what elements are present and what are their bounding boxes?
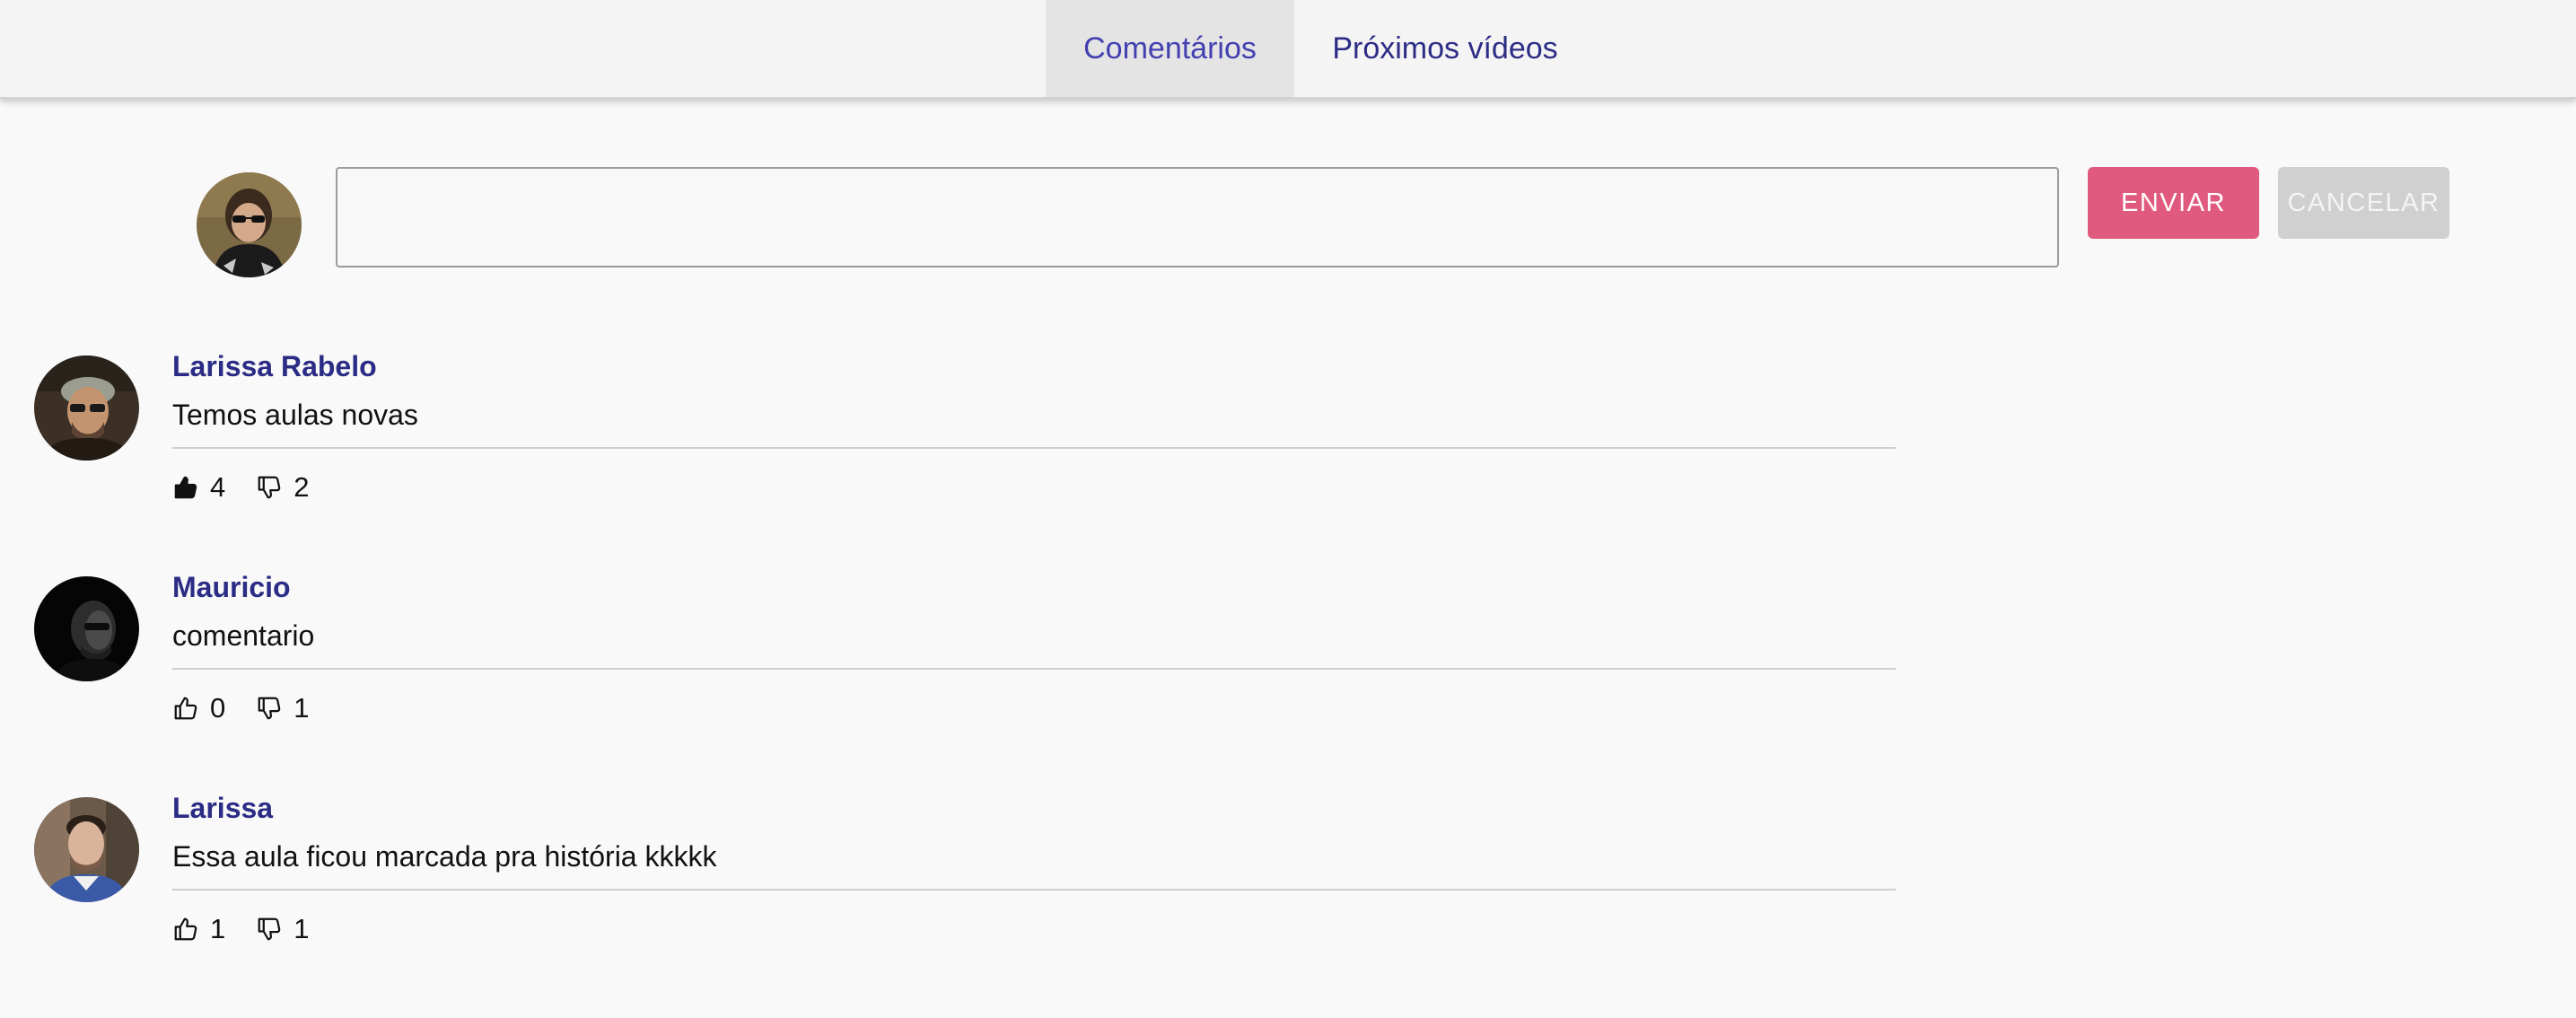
comment-text: comentario [172,619,315,652]
tab-comments[interactable]: Comentários [1046,0,1294,97]
comment-text: Temos aulas novas [172,399,418,431]
like-count: 1 [210,913,226,944]
comment-item: Mauricio comentario 0 1 [0,571,2576,797]
like-button[interactable]: 4 [172,471,225,504]
cancel-button-label: CANCELAR [2287,188,2440,217]
like-button[interactable]: 1 [172,913,225,945]
comment-actions: 4 2 [172,470,310,505]
cancel-button[interactable]: CANCELAR [2278,167,2449,239]
comment-actions: 0 1 [172,690,310,726]
comment-divider [172,447,1896,449]
comment-author-avatar [34,797,139,902]
thumbs-up-icon [172,695,199,722]
current-user-avatar [197,172,302,277]
send-button-label: ENVIAR [2121,188,2226,217]
comment-author[interactable]: Mauricio [172,571,291,604]
thumbs-up-icon [172,916,199,943]
comment-author[interactable]: Larissa [172,792,273,825]
like-count: 0 [210,692,226,724]
tab-comments-label: Comentários [1083,31,1257,66]
comment-item: Larissa Rabelo Temos aulas novas 4 2 [0,350,2576,576]
comment-input[interactable] [336,167,2059,268]
tab-next-videos[interactable]: Próximos vídeos [1294,0,1596,97]
dislike-count: 2 [294,471,310,503]
thumbs-down-icon [256,474,283,501]
comment-author-avatar [34,576,139,681]
send-button[interactable]: ENVIAR [2088,167,2259,239]
comment-actions: 1 1 [172,911,310,947]
top-tab-bar: Comentários Próximos vídeos [0,0,2576,99]
thumbs-up-icon [172,474,199,501]
like-button[interactable]: 0 [172,692,225,724]
dislike-count: 1 [294,913,310,944]
dislike-button[interactable]: 1 [256,913,310,945]
thumbs-down-icon [256,695,283,722]
comment-divider [172,668,1896,670]
comment-divider [172,889,1896,891]
thumbs-down-icon [256,916,283,943]
like-count: 4 [210,471,226,503]
dislike-count: 1 [294,692,310,724]
comment-author-avatar [34,355,139,461]
tab-next-videos-label: Próximos vídeos [1332,31,1558,66]
dislike-button[interactable]: 1 [256,692,310,724]
comment-author[interactable]: Larissa Rabelo [172,350,377,383]
comment-item: Larissa Essa aula ficou marcada pra hist… [0,792,2576,1018]
dislike-button[interactable]: 2 [256,471,310,504]
comment-text: Essa aula ficou marcada pra história kkk… [172,840,717,873]
